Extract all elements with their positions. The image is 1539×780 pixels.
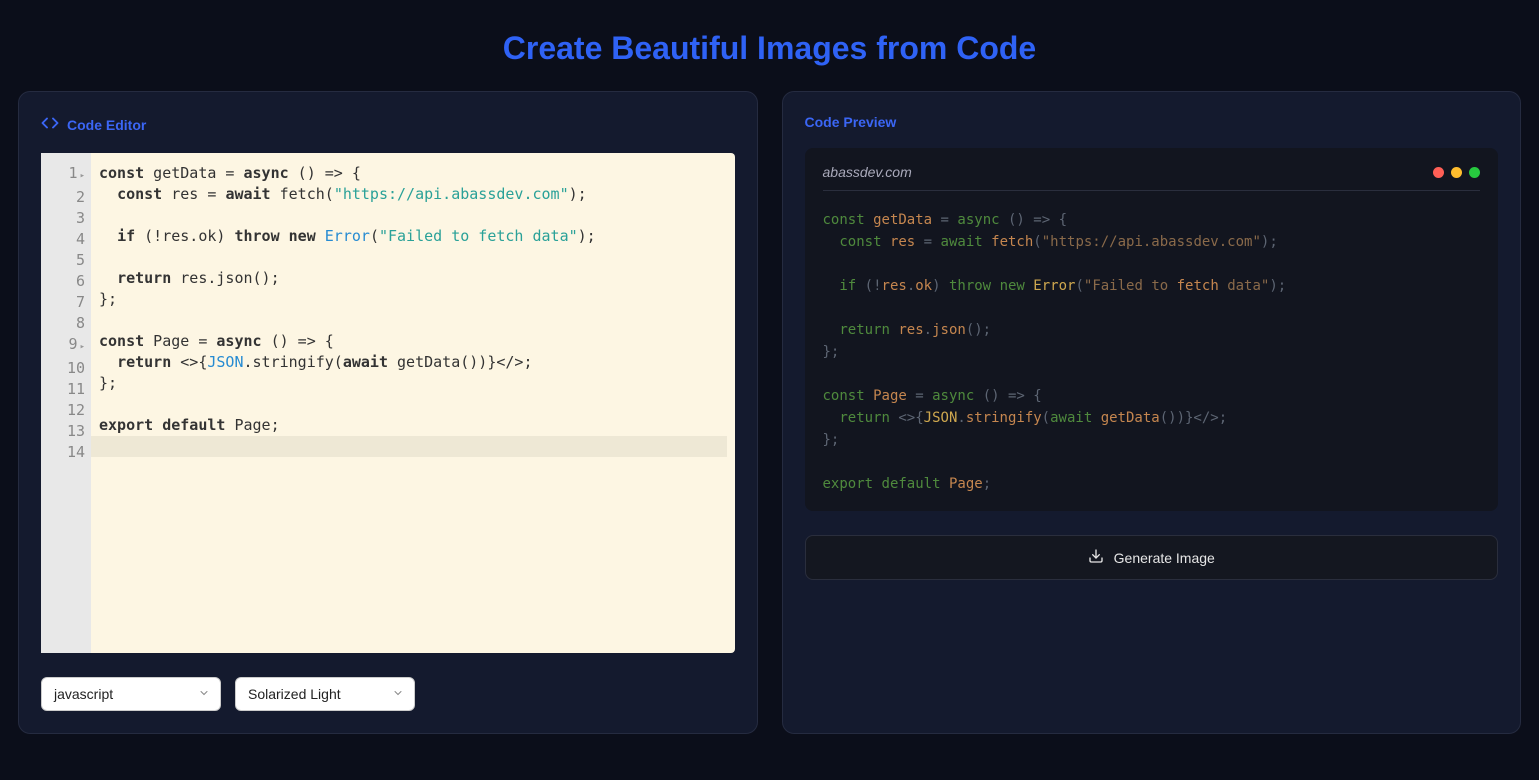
minimize-dot-icon [1451,167,1462,178]
preview-domain: abassdev.com [823,164,912,180]
close-dot-icon [1433,167,1444,178]
code-icon [41,114,59,135]
preview-panel: Code Preview abassdev.com const getData … [782,91,1522,734]
maximize-dot-icon [1469,167,1480,178]
page-title: Create Beautiful Images from Code [0,0,1539,91]
generate-image-button[interactable]: Generate Image [805,535,1499,580]
main-container: Code Editor 1234567891011121314 const ge… [0,91,1539,752]
theme-select-value: Solarized Light [248,686,341,702]
chevron-down-icon [392,686,404,702]
preview-header: Code Preview [805,114,1499,130]
preview-label: Code Preview [805,114,897,130]
editor-label: Code Editor [67,117,146,133]
editor-header: Code Editor [41,114,735,135]
code-editor[interactable]: 1234567891011121314 const getData = asyn… [41,153,735,653]
preview-titlebar: abassdev.com [823,164,1481,191]
editor-panel: Code Editor 1234567891011121314 const ge… [18,91,758,734]
traffic-lights [1433,167,1480,178]
generate-button-label: Generate Image [1114,550,1215,566]
preview-window: abassdev.com const getData = async () =>… [805,148,1499,511]
preview-code-content: const getData = async () => { const res … [823,209,1481,495]
editor-controls: javascript Solarized Light [41,677,735,711]
language-select-value: javascript [54,686,113,702]
language-select[interactable]: javascript [41,677,221,711]
line-gutter: 1234567891011121314 [41,153,91,653]
chevron-down-icon [198,686,210,702]
download-icon [1088,548,1104,567]
theme-select[interactable]: Solarized Light [235,677,415,711]
editor-code-content[interactable]: const getData = async () => { const res … [91,153,735,653]
